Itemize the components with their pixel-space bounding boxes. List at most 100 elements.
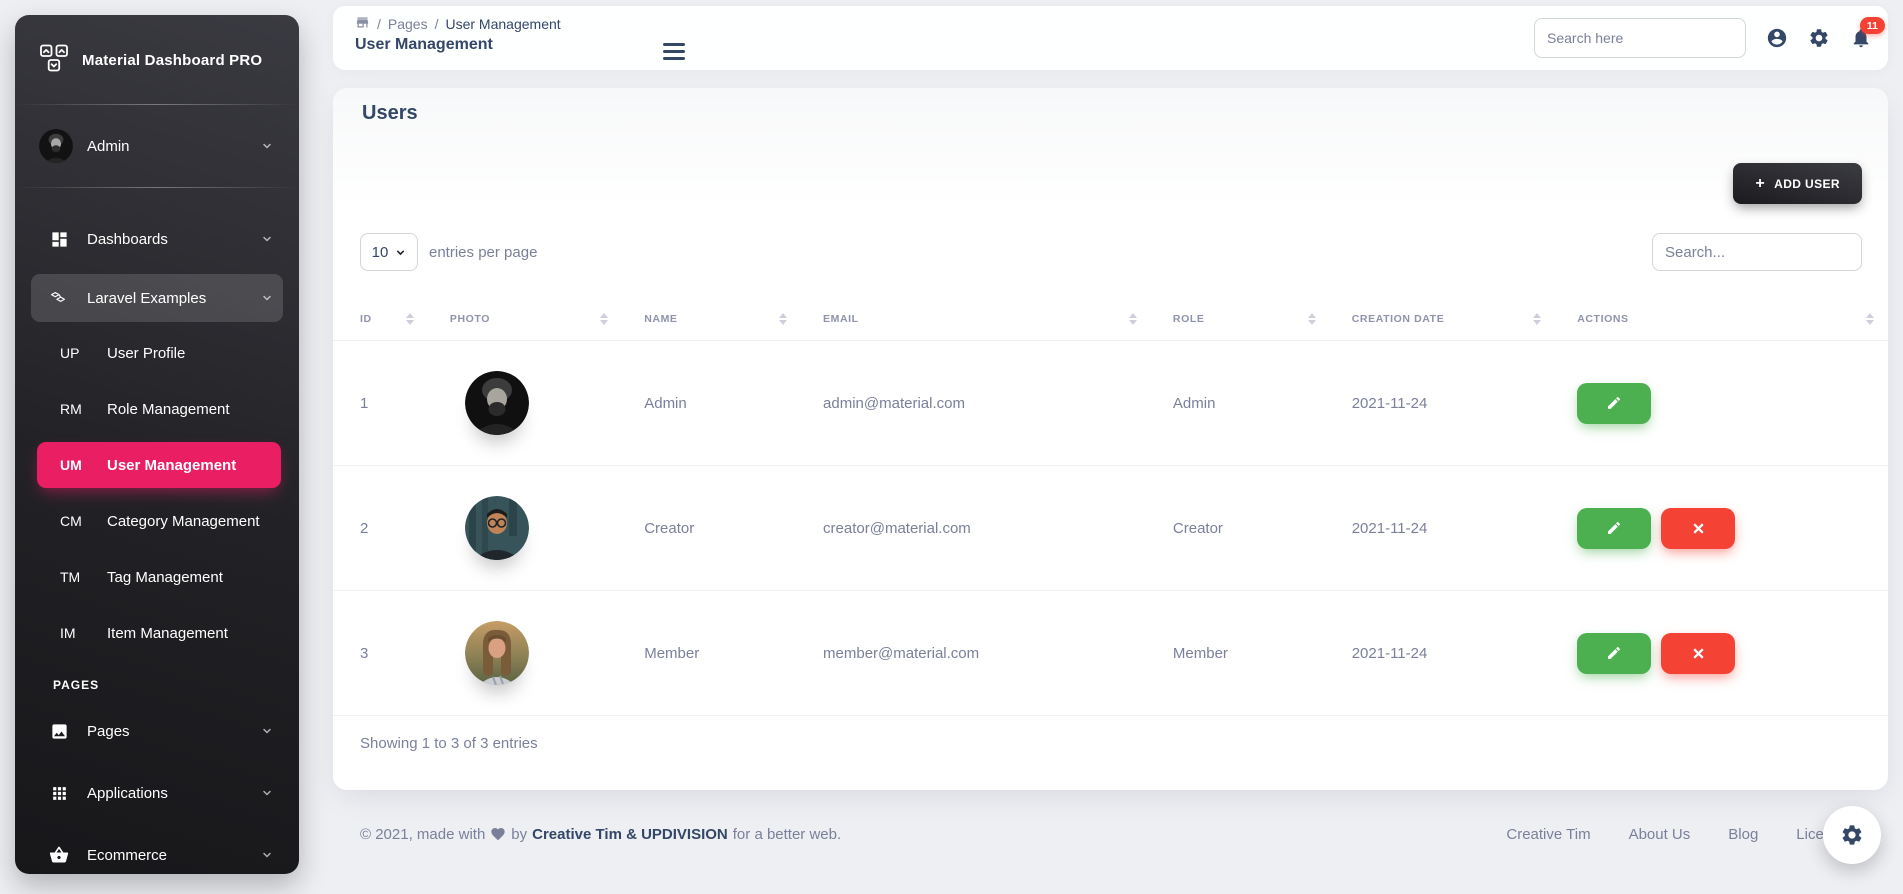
sort-icon	[1866, 313, 1874, 325]
table-row: 2	[333, 466, 1888, 591]
sidebar-item-mini: TM	[60, 569, 94, 585]
column-header-email[interactable]: EMAIL	[815, 300, 1165, 341]
sidebar-item-label: Tag Management	[107, 569, 223, 586]
cell-name: Creator	[636, 466, 815, 591]
table-row: 3 Member member	[333, 591, 1888, 716]
notifications-bell-icon[interactable]: 11	[1850, 27, 1872, 49]
chevron-down-icon	[261, 140, 273, 152]
footer-copyright: © 2021, made with by Creative Tim & UPDI…	[360, 826, 841, 843]
admin-avatar	[39, 129, 73, 163]
edit-pencil-icon	[1606, 395, 1622, 411]
sidebar-item-laravel-examples[interactable]: Laravel Examples	[31, 274, 283, 322]
sidebar-item-ecommerce[interactable]: Ecommerce	[31, 832, 283, 874]
column-header-actions[interactable]: ACTIONS	[1569, 300, 1888, 341]
footer-brand[interactable]: Creative Tim & UPDIVISION	[532, 826, 728, 843]
edit-user-button[interactable]	[1577, 383, 1651, 424]
sidebar-item-label: Item Management	[107, 625, 228, 642]
cell-creation-date: 2021-11-24	[1344, 591, 1569, 716]
cell-role: Admin	[1165, 341, 1344, 466]
edit-pencil-icon	[1606, 645, 1622, 661]
delete-user-button[interactable]	[1661, 508, 1735, 549]
table-header-row: ID PHOTO NAME EMAIL ROLE CREATION DATE A…	[333, 300, 1888, 341]
footer-links: Creative Tim About Us Blog License	[1506, 826, 1848, 843]
user-photo	[465, 371, 529, 435]
footer-link-blog[interactable]: Blog	[1728, 826, 1758, 843]
sidebar-item-label: Pages	[87, 723, 130, 740]
cell-creation-date: 2021-11-24	[1344, 341, 1569, 466]
user-photo	[465, 621, 529, 685]
delete-user-button[interactable]	[1661, 633, 1735, 674]
table-toolbar: 10 entries per page	[360, 233, 1862, 271]
apps-grid-icon	[48, 784, 70, 803]
breadcrumb-divider: /	[435, 16, 439, 32]
divider	[15, 104, 299, 105]
basket-icon	[48, 845, 70, 865]
sidebar-item-pages[interactable]: Pages	[31, 708, 283, 754]
account-icon[interactable]	[1766, 27, 1788, 49]
breadcrumb-current: User Management	[445, 16, 560, 32]
sidebar-item-user-profile[interactable]: UP User Profile	[37, 330, 281, 376]
select-chevron-icon	[395, 247, 406, 258]
sidebar: Material Dashboard PRO Admin	[15, 15, 299, 874]
footer: © 2021, made with by Creative Tim & UPDI…	[333, 792, 1888, 876]
column-header-creation-date[interactable]: CREATION DATE	[1344, 300, 1569, 341]
navbar-search-input[interactable]	[1534, 18, 1746, 58]
chevron-down-icon	[261, 787, 273, 799]
column-header-id[interactable]: ID	[333, 300, 442, 341]
sidebar-item-label: Role Management	[107, 401, 230, 418]
dashboard-icon	[48, 230, 70, 249]
edit-user-button[interactable]	[1577, 508, 1651, 549]
sidebar-item-mini: IM	[60, 625, 94, 641]
sort-icon	[1533, 313, 1541, 325]
table-info-text: Showing 1 to 3 of 3 entries	[360, 735, 538, 752]
sort-icon	[779, 313, 787, 325]
footer-link-about-us[interactable]: About Us	[1629, 826, 1691, 843]
sidebar-item-user-management[interactable]: UM User Management	[37, 442, 281, 488]
edit-user-button[interactable]	[1577, 633, 1651, 674]
cell-id: 1	[333, 341, 442, 466]
close-x-icon	[1691, 646, 1706, 661]
page-title: User Management	[355, 36, 561, 54]
column-header-photo[interactable]: PHOTO	[442, 300, 636, 341]
chevron-down-icon	[261, 849, 273, 861]
home-icon[interactable]	[355, 15, 370, 33]
breadcrumb-divider: /	[377, 16, 381, 32]
sidebar-user-name: Admin	[87, 138, 130, 155]
notification-count-badge: 11	[1860, 17, 1885, 34]
sidebar-item-item-management[interactable]: IM Item Management	[37, 610, 281, 656]
sidenav-toggle-icon[interactable]	[663, 43, 685, 60]
sidebar-user-admin[interactable]: Admin	[31, 121, 283, 171]
chevron-down-icon	[261, 292, 273, 304]
column-header-role[interactable]: ROLE	[1165, 300, 1344, 341]
entries-per-page-select[interactable]: 10	[360, 233, 418, 271]
sidebar-item-role-management[interactable]: RM Role Management	[37, 386, 281, 432]
cell-id: 2	[333, 466, 442, 591]
table-row: 1 Admin admin@material.com Admin	[333, 341, 1888, 466]
add-user-button[interactable]: + ADD USER	[1733, 163, 1862, 204]
entries-per-page-label: entries per page	[429, 244, 537, 261]
sidebar-nav: Dashboards Laravel Examples UP User Prof…	[15, 216, 299, 874]
sidebar-item-tag-management[interactable]: TM Tag Management	[37, 554, 281, 600]
settings-icon[interactable]	[1808, 27, 1830, 49]
cell-role: Creator	[1165, 466, 1344, 591]
sidebar-item-label: User Management	[107, 457, 236, 474]
sidebar-item-label: User Profile	[107, 345, 185, 362]
top-navbar: / Pages / User Management User Managemen…	[333, 6, 1888, 70]
sidebar-item-label: Laravel Examples	[87, 290, 206, 307]
sidebar-item-applications[interactable]: Applications	[31, 770, 283, 816]
sidebar-item-dashboards[interactable]: Dashboards	[31, 216, 283, 262]
plus-icon: +	[1755, 175, 1765, 193]
breadcrumb-section[interactable]: Pages	[388, 16, 428, 32]
table-search-input[interactable]	[1652, 233, 1862, 271]
gear-icon	[1840, 823, 1864, 847]
footer-link-creative-tim[interactable]: Creative Tim	[1506, 826, 1590, 843]
fixed-settings-button[interactable]	[1823, 806, 1881, 864]
cell-name: Member	[636, 591, 815, 716]
sidebar-item-mini: UP	[60, 345, 94, 361]
sidebar-item-category-management[interactable]: CM Category Management	[37, 498, 281, 544]
brand[interactable]: Material Dashboard PRO	[15, 15, 299, 104]
column-header-name[interactable]: NAME	[636, 300, 815, 341]
card-title: Users	[362, 102, 418, 125]
image-icon	[48, 722, 70, 741]
sidebar-item-label: Category Management	[107, 513, 260, 530]
